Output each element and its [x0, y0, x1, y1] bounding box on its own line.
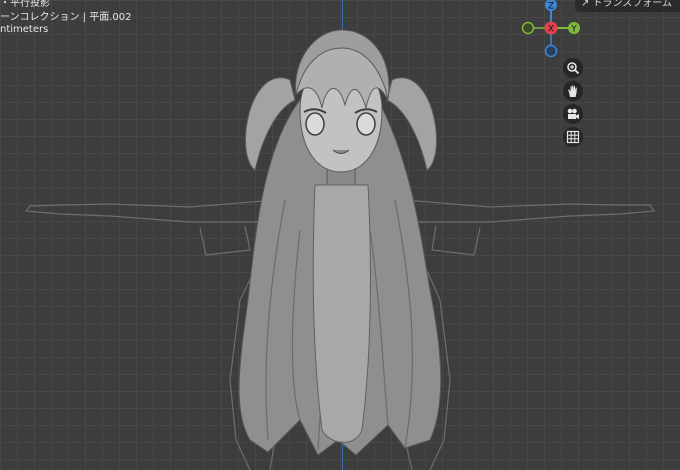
panel-tab-icon: ↗ — [580, 0, 593, 9]
pan-button[interactable] — [563, 81, 583, 101]
ortho-toggle-button[interactable] — [563, 127, 583, 147]
gizmo-y-label: Y — [570, 25, 577, 35]
hair-front-strand — [312, 184, 371, 443]
gizmo-neg-z[interactable] — [544, 44, 558, 58]
camera-icon — [567, 108, 579, 119]
camera-view-button[interactable] — [563, 104, 583, 124]
panel-tab-label: トランスフォーム — [592, 0, 673, 9]
zoom-button[interactable] — [563, 58, 583, 78]
grid-ortho-icon — [566, 130, 580, 144]
gizmo-z-label: Z — [548, 2, 554, 12]
gizmo-neg-y[interactable] — [521, 21, 535, 35]
hand-pan-icon — [568, 85, 577, 97]
3d-viewport[interactable]: ・平行投影 ーンコレクション | 平面.002 ntimeters ↗ トランス… — [0, 0, 680, 470]
zoom-icon — [567, 62, 580, 75]
transform-panel-tab[interactable]: ↗ トランスフォーム — [574, 0, 680, 12]
gizmo-x-label: X — [548, 25, 554, 35]
unit-scale-label: ntimeters — [0, 24, 49, 35]
view-projection-label: ・平行投影 — [0, 0, 50, 9]
navigation-gizmo[interactable]: Z Y X — [518, 0, 582, 60]
